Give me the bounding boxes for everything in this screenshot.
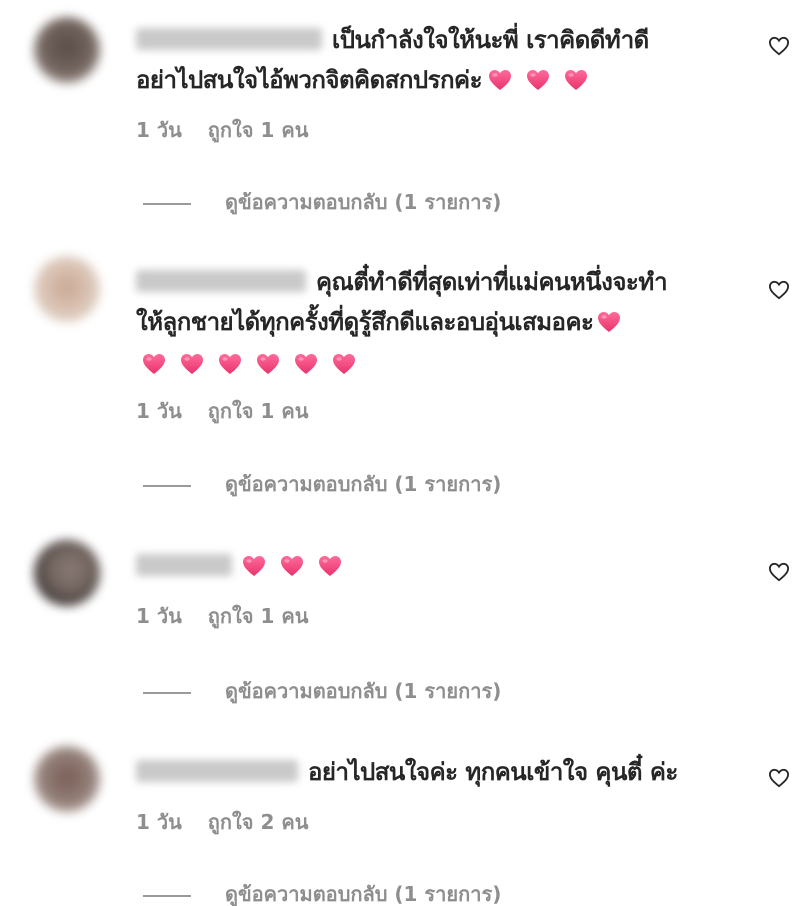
view-replies-button[interactable]: ดูข้อความตอบกลับ (1 รายการ): [143, 186, 501, 218]
likes-count[interactable]: ถูกใจ 1 คน: [208, 118, 309, 142]
likes-count[interactable]: ถูกใจ 2 คน: [208, 810, 309, 834]
username-blurred[interactable]: [136, 760, 298, 782]
avatar[interactable]: [34, 540, 100, 606]
heart-emoji: [180, 353, 204, 375]
comment-text-line: เป็นกำลังใจให้นะพี่ เราคิดดีทำดี: [136, 20, 742, 60]
heart-outline-icon[interactable]: [768, 280, 790, 300]
username-blurred[interactable]: [136, 554, 232, 576]
username-blurred[interactable]: [136, 28, 322, 50]
likes-count[interactable]: ถูกใจ 1 คน: [208, 399, 309, 423]
view-replies-label: ดูข้อความตอบกลับ (1 รายการ): [225, 679, 502, 703]
avatar[interactable]: [34, 256, 100, 322]
comment-text: อย่าไปสนใจไอ้พวกจิตคิดสกปรกค่ะ: [136, 66, 482, 94]
heart-emoji: [142, 353, 166, 375]
heart-outline-icon[interactable]: [768, 768, 790, 788]
heart-emoji: [332, 353, 356, 375]
heart-emoji: [218, 353, 242, 375]
comment-meta: 1 วัน ถูกใจ 1 คน: [136, 114, 308, 146]
likes-count[interactable]: ถูกใจ 1 คน: [208, 604, 309, 628]
comment-time: 1 วัน: [136, 118, 182, 142]
heart-outline-icon[interactable]: [768, 36, 790, 56]
view-replies-label: ดูข้อความตอบกลับ (1 รายการ): [225, 472, 502, 496]
heart-emoji: [564, 69, 588, 91]
heart-emoji: [318, 555, 342, 577]
avatar[interactable]: [34, 746, 100, 812]
heart-emoji: [280, 555, 304, 577]
comment-text: ให้ลูกชายได้ทุกครั้งที่ดูรู้สึกดีและอบอุ…: [136, 308, 594, 336]
comment-text-line: อย่าไปสนใจไอ้พวกจิตคิดสกปรกค่ะ: [136, 60, 742, 100]
heart-emoji: [242, 555, 266, 577]
heart-outline-icon[interactable]: [768, 562, 790, 582]
heart-emoji: [597, 311, 621, 333]
replies-divider-line: [143, 202, 191, 205]
comment-meta: 1 วัน ถูกใจ 2 คน: [136, 806, 308, 838]
comment-time: 1 วัน: [136, 810, 182, 834]
heart-emojis: [242, 546, 356, 586]
comment-list: เป็นกำลังใจให้นะพี่ เราคิดดีทำดี อย่าไปส…: [0, 0, 800, 906]
heart-emojis: [488, 60, 602, 100]
view-replies-label: ดูข้อความตอบกลับ (1 รายการ): [225, 190, 502, 214]
username-blurred[interactable]: [136, 270, 306, 292]
view-replies-button[interactable]: ดูข้อความตอบกลับ (1 รายการ): [143, 468, 501, 500]
heart-emoji: [256, 353, 280, 375]
comment-text-line: [136, 344, 742, 384]
comment-text-line: ให้ลูกชายได้ทุกครั้งที่ดูรู้สึกดีและอบอุ…: [136, 302, 742, 342]
replies-divider-line: [143, 484, 191, 487]
heart-emoji: [294, 353, 318, 375]
comment-text: อย่าไปสนใจค่ะ ทุกคนเข้าใจ คุนตี๋ ค่ะ: [308, 758, 678, 786]
comment-time: 1 วัน: [136, 604, 182, 628]
view-replies-label: ดูข้อความตอบกลับ (1 รายการ): [225, 882, 502, 906]
heart-emojis: [597, 302, 635, 342]
comment-meta: 1 วัน ถูกใจ 1 คน: [136, 395, 308, 427]
view-replies-button[interactable]: ดูข้อความตอบกลับ (1 รายการ): [143, 878, 501, 906]
replies-divider-line: [143, 894, 191, 897]
comment-meta: 1 วัน ถูกใจ 1 คน: [136, 600, 308, 632]
comment-time: 1 วัน: [136, 399, 182, 423]
comment-text-line: อย่าไปสนใจค่ะ ทุกคนเข้าใจ คุนตี๋ ค่ะ: [136, 752, 742, 792]
comment-text: เป็นกำลังใจให้นะพี่ เราคิดดีทำดี: [332, 26, 649, 54]
comment-text-line: คุณตี๋ทำดีที่สุดเท่าที่แม่คนหนึ่งจะทำ: [136, 262, 742, 302]
comment-text-line: [136, 546, 742, 586]
avatar[interactable]: [34, 17, 100, 83]
view-replies-button[interactable]: ดูข้อความตอบกลับ (1 รายการ): [143, 675, 501, 707]
comment-text: คุณตี๋ทำดีที่สุดเท่าที่แม่คนหนึ่งจะทำ: [316, 268, 668, 296]
heart-emojis: [142, 344, 370, 384]
heart-emoji: [488, 69, 512, 91]
replies-divider-line: [143, 691, 191, 694]
heart-emoji: [526, 69, 550, 91]
